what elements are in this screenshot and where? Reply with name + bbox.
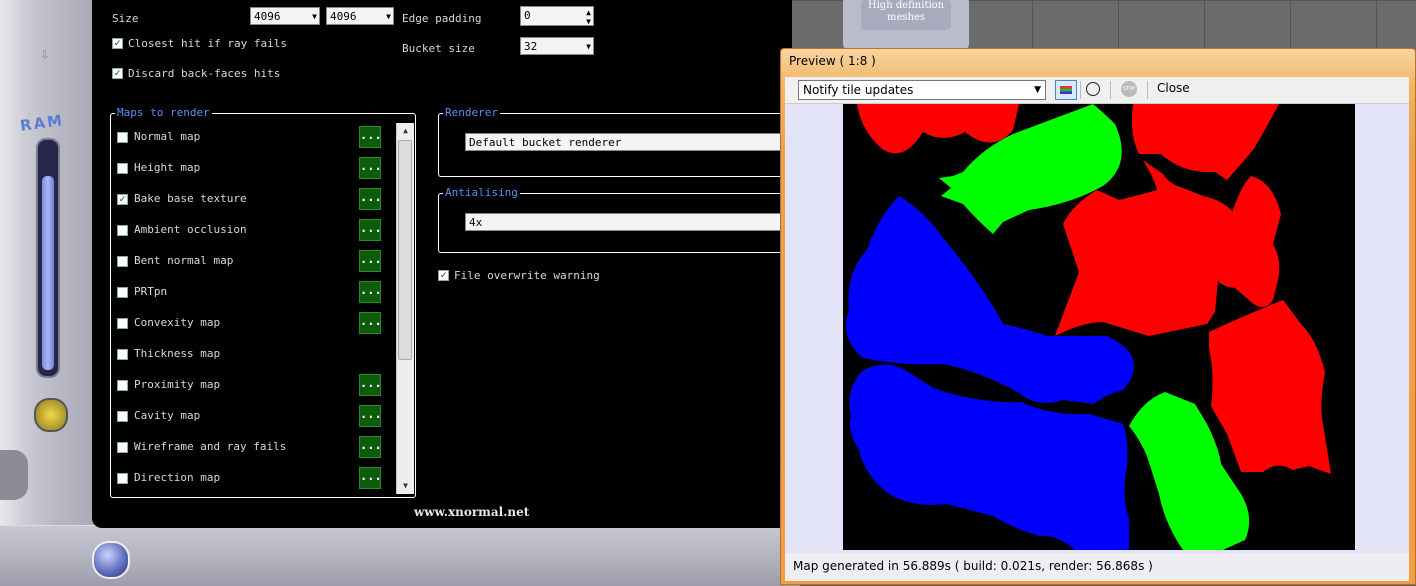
map-checkbox[interactable] [117,473,128,484]
map-label: Ambient occlusion [134,223,247,236]
baked-texture-image [843,104,1355,550]
preview-canvas-area [785,104,1409,554]
map-options-button[interactable]: ... [359,219,382,241]
preview-title: Preview ( 1:8 ) [789,54,876,68]
map-options-button[interactable]: ... [359,157,382,179]
map-options-button[interactable]: ... [359,281,382,303]
map-label: Convexity map [134,316,221,329]
map-label: Height map [134,161,201,174]
map-checkbox[interactable] [117,256,128,267]
rgb-channels-icon [1060,86,1072,94]
map-options-button[interactable]: ... [359,188,382,210]
file-overwrite-checkbox[interactable]: ✓ [438,270,449,281]
map-options-button[interactable]: ... [359,467,382,489]
toolbar-divider [1080,81,1081,99]
map-checkbox[interactable] [117,380,128,391]
map-options-button[interactable]: ... [359,374,382,396]
map-checkbox[interactable] [117,349,128,360]
status-bar: Map generated in 56.889s ( build: 0.021s… [785,553,1409,581]
scroll-down-icon[interactable]: ▼ [397,478,414,494]
toolbar-divider [1147,81,1148,99]
antialiasing-group: Antialising 4x [438,186,805,253]
closest-hit-checkbox[interactable]: ✓ [112,38,123,49]
size-label: Size [112,12,139,25]
map-checkbox[interactable] [117,163,128,174]
map-checkbox[interactable] [117,442,128,453]
map-checkbox[interactable] [117,287,128,298]
chevron-down-icon: ▼ [386,12,391,21]
preview-window: Preview ( 1:8 ) Notify tile updates ▼ STO… [780,48,1416,585]
toolbar-divider [1110,81,1111,99]
spin-arrows-icon: ▲ ▼ [586,8,591,26]
website-link[interactable]: www.xnormal.net [414,505,529,519]
ram-meter [36,138,60,378]
maps-scrollbar[interactable]: ▲ ▼ [396,123,414,494]
hd-meshes-button[interactable]: High definition meshes [861,0,951,30]
ram-label: RAM [18,111,66,135]
notify-select[interactable]: Notify tile updates ▼ [798,80,1046,100]
map-checkbox[interactable]: ✓ [117,194,128,205]
bucket-size-select[interactable]: 32 ▼ [520,37,594,55]
edge-padding-stepper[interactable]: 0 ▲ ▼ [520,6,594,26]
close-button[interactable]: Close [1157,81,1190,95]
chevron-down-icon: ▼ [1034,85,1041,95]
size-height-select[interactable]: 4096 ▼ [326,7,394,25]
map-options-button[interactable]: ... [359,126,382,148]
color-channels-button[interactable] [1055,80,1077,100]
discard-backfaces-label: Discard back-faces hits [128,67,281,80]
renderer-title: Renderer [443,106,500,119]
map-label: Bent normal map [134,254,234,267]
map-options-button[interactable]: ... [359,405,382,427]
scroll-thumb[interactable] [398,140,412,360]
map-checkbox[interactable] [117,318,128,329]
renderer-select[interactable]: Default bucket renderer [465,133,805,151]
circle-icon[interactable] [1086,82,1100,96]
stop-icon[interactable]: STOP [1121,81,1137,97]
plug-icon[interactable] [34,398,68,432]
preview-toolbar: Notify tile updates ▼ STOP Close [785,77,1409,104]
map-label: PRTpn [134,285,168,298]
bake-options-panel: Size 4096 ▼ 4096 ▼ Edge padding 0 ▲ ▼ ✓ Clos… [92,0,805,528]
hd-meshes-tab: High definition meshes [843,0,969,50]
bucket-size-label: Bucket size [402,42,475,55]
map-label: Direction map [134,471,221,484]
map-label: Proximity map [134,378,221,391]
map-options-button[interactable]: ... [359,436,382,458]
size-width-select[interactable]: 4096 ▼ [250,7,320,25]
map-checkbox[interactable] [117,132,128,143]
antialiasing-title: Antialising [443,186,520,199]
map-checkbox[interactable] [117,225,128,236]
map-label: Normal map [134,130,201,143]
map-options-button[interactable]: ... [359,250,382,272]
arrow-down-icon[interactable]: ⇩ [40,44,56,66]
edge-padding-label: Edge padding [402,12,482,25]
chevron-down-icon: ▼ [312,12,317,21]
ram-meter-fill [42,176,54,370]
left-frame: ⇩ RAM [0,0,96,585]
side-tab [0,450,28,500]
map-label: Cavity map [134,409,201,422]
map-options-button[interactable]: ... [359,312,382,334]
file-overwrite-label: File overwrite warning [454,269,600,282]
chevron-down-icon: ▼ [586,42,591,51]
map-checkbox[interactable] [117,411,128,422]
map-label: Wireframe and ray fails [134,440,287,453]
closest-hit-label: Closest hit if ray fails [128,37,287,50]
maps-group-title: Maps to render [115,106,212,119]
map-label: Bake base texture [134,192,247,205]
renderer-group: Renderer Default bucket renderer [438,106,805,177]
orb-button[interactable] [92,541,130,579]
maps-to-render-group: Maps to render Normal map... Height map..… [110,106,416,498]
antialiasing-select[interactable]: 4x [465,213,805,231]
scroll-up-icon[interactable]: ▲ [397,123,414,139]
discard-backfaces-checkbox[interactable]: ✓ [112,68,123,79]
map-label: Thickness map [134,347,221,360]
